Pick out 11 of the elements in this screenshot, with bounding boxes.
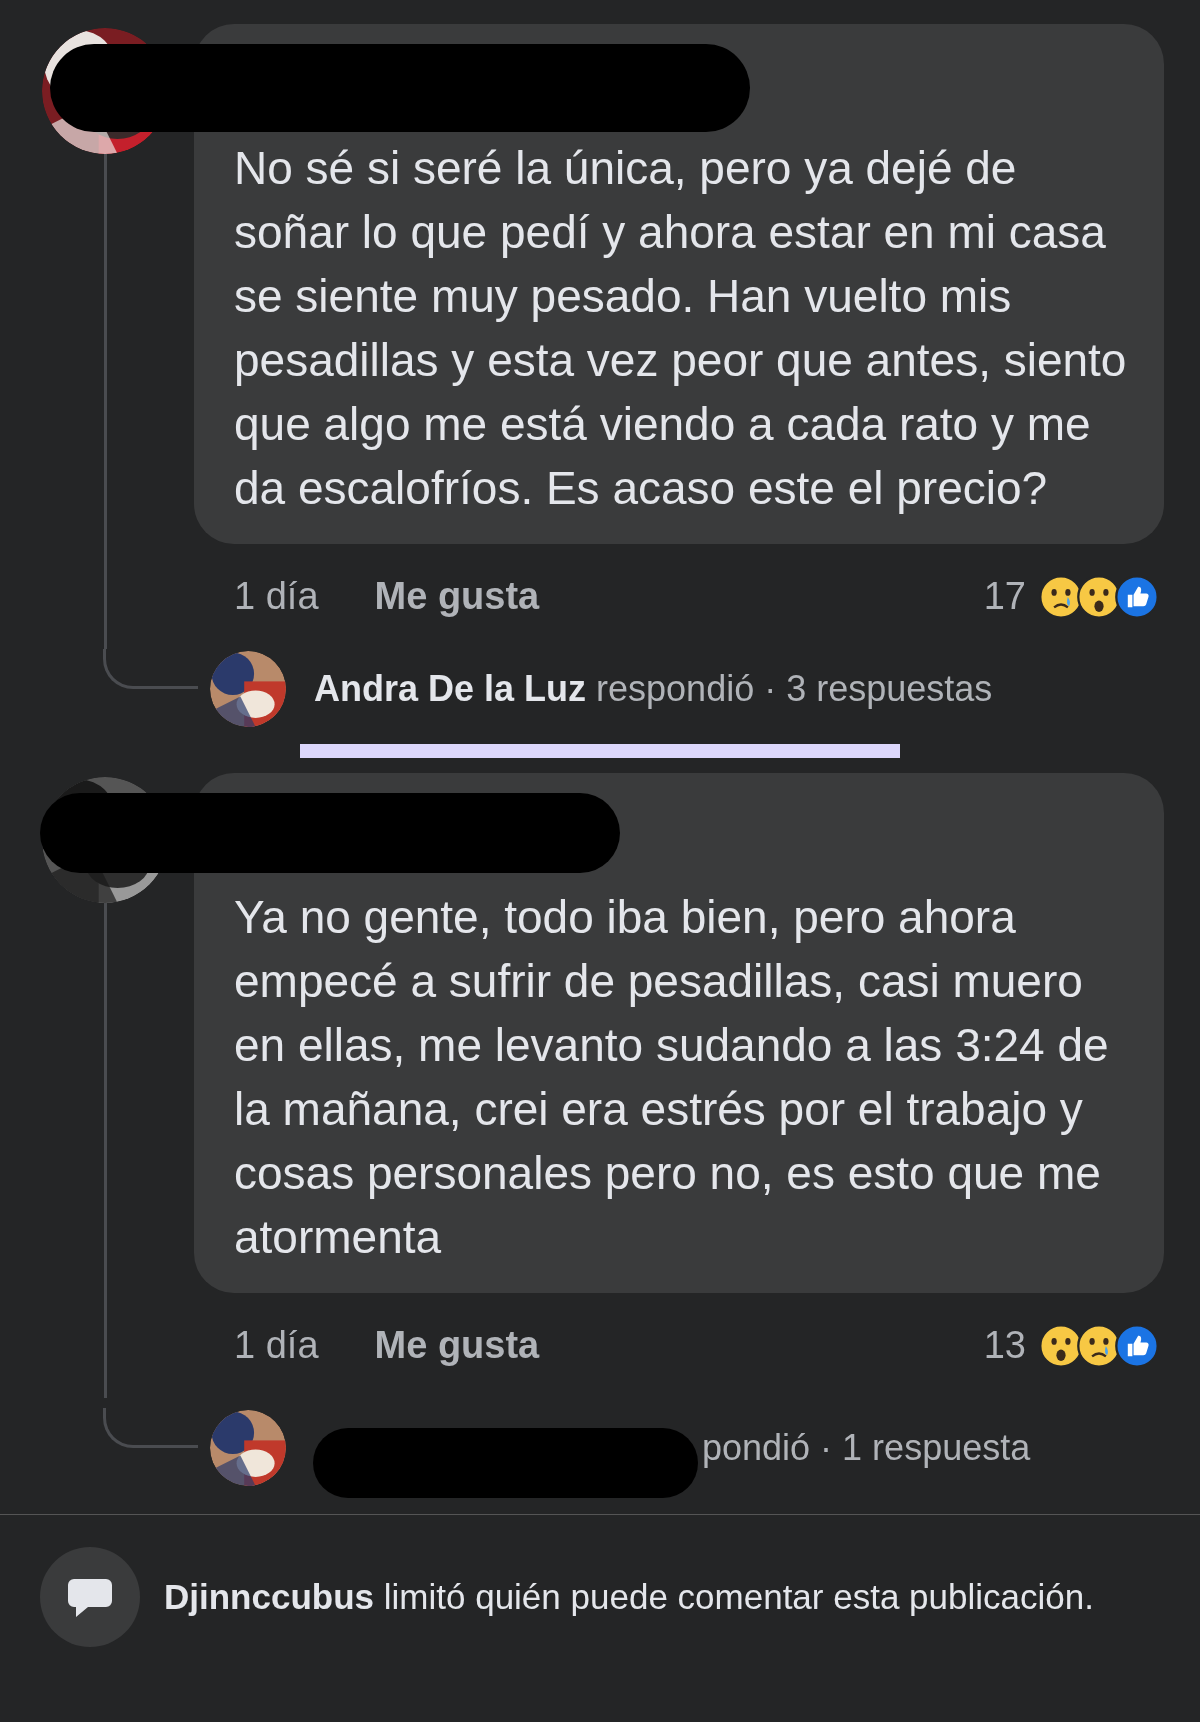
reaction-count: 13 [983, 1323, 1026, 1368]
comment-text: Ya no gente, todo iba bien, pero ahora empecé a sufrir de pesadillas, casi muero en ellas, me levanto sudando a las 3:24 de la mañana, crei era estrés por el trabajo y cosas personales pero no, es esto que me atormenta [234, 890, 1110, 1265]
reaction-count: 17 [983, 574, 1026, 619]
comment-time: 1 día [234, 1323, 319, 1368]
reply-summary[interactable]: pondió · 1 respuesta [702, 1421, 1031, 1475]
like-link[interactable]: Me gusta [374, 568, 540, 625]
comment-restriction-notice: Djinnccubus limitó quién puede comentar esta publicación. [164, 1576, 1094, 1618]
reply-summary[interactable]: Andra De la Luz respondió · 3 respuestas [314, 662, 993, 716]
comment-time: 1 día [234, 574, 319, 619]
comment-text: No sé si seré la única, pero ya dejé de soñar lo que pedí y ahora estar en mi casa se siente muy pesado. Han vuelto mis pesadillas y esta vez peor que antes, siento que algo me está viendo a cada rato y me da escalofríos. Es acaso este el precio? [234, 141, 1128, 516]
like-link[interactable]: Me gusta [374, 1317, 540, 1374]
